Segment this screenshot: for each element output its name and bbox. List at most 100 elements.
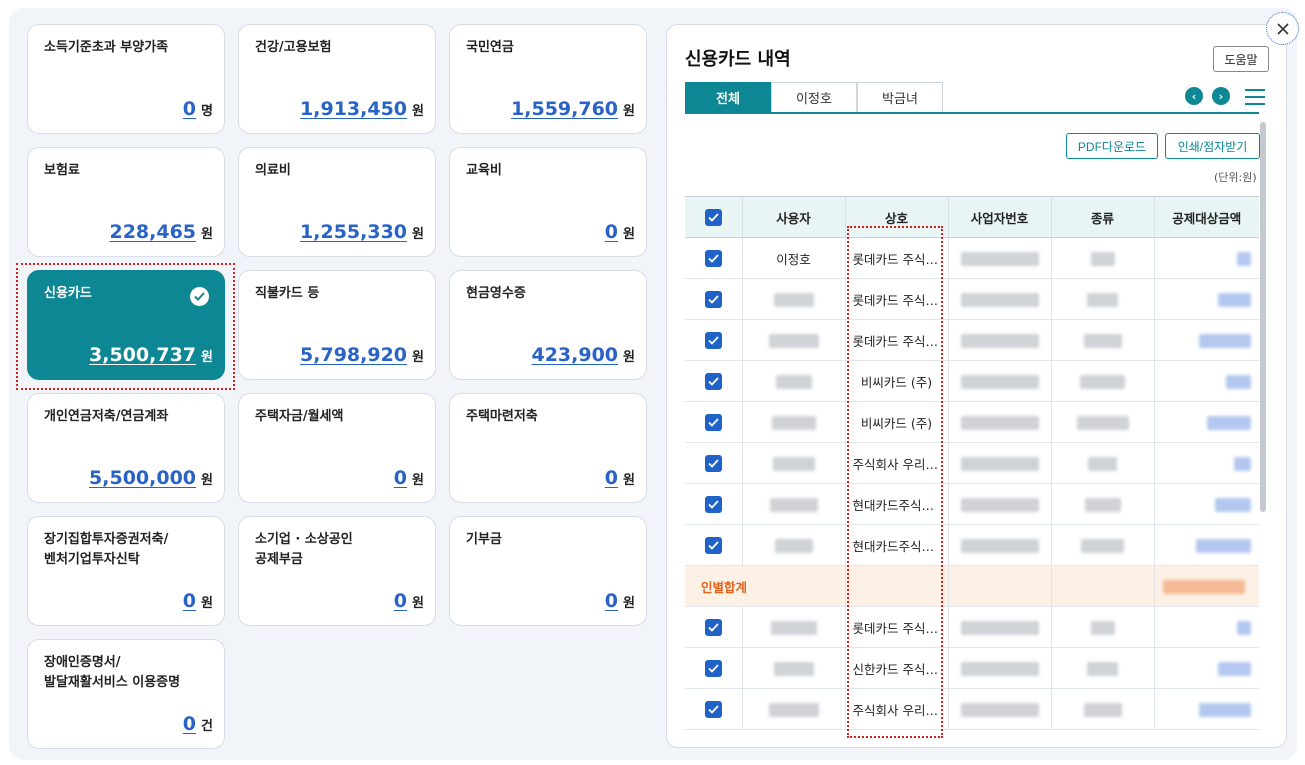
deduction-card[interactable]: 보험료 228,465 원 [27, 147, 225, 257]
row-checkbox-cell[interactable] [685, 278, 742, 320]
card-title: 직불카드 등 [255, 286, 320, 301]
card-amount-link[interactable]: 0 [183, 713, 196, 735]
row-amount-masked [1199, 333, 1251, 348]
deduction-card[interactable]: 직불카드 등 5,798,920 원 [238, 270, 436, 380]
card-title: 장기집합투자증권저축/ 벤처기업투자신탁 [44, 532, 169, 567]
card-unit: 원 [623, 350, 635, 365]
menu-icon[interactable] [1245, 89, 1265, 107]
card-title: 소기업 · 소상공인 공제부금 [255, 532, 353, 567]
row-checkbox-cell[interactable] [685, 524, 742, 566]
row-checkbox[interactable] [704, 454, 722, 472]
col-business-number: 사업자번호 [947, 196, 1051, 238]
row-amount-masked [1226, 374, 1251, 389]
deduction-card[interactable]: 국민연금 1,559,760 원 [449, 24, 647, 134]
tab-user-1[interactable]: 이정호 [771, 82, 857, 112]
card-amount-link[interactable]: 423,900 [531, 344, 618, 366]
card-amount-link[interactable]: 5,798,920 [300, 344, 407, 366]
deduction-card[interactable]: 소기업 · 소상공인 공제부금 0 원 [238, 516, 436, 626]
row-checkbox[interactable] [704, 249, 722, 267]
row-business-number-masked [960, 292, 1039, 307]
row-checkbox-cell[interactable] [685, 483, 742, 525]
close-button[interactable] [1266, 12, 1299, 45]
deduction-card[interactable]: 개인연금저축/연금계좌 5,500,000 원 [27, 393, 225, 503]
row-user-cell: 이정호 [741, 237, 845, 279]
deduction-card[interactable]: 장기집합투자증권저축/ 벤처기업투자신탁 0 원 [27, 516, 225, 626]
row-type-cell [1050, 319, 1154, 361]
row-checkbox-cell[interactable] [685, 606, 742, 648]
print-button[interactable]: 인쇄/점자받기 [1165, 133, 1260, 159]
row-checkbox[interactable] [704, 618, 722, 636]
card-amount-link[interactable]: 0 [394, 590, 407, 612]
deduction-card[interactable]: 현금영수증 423,900 원 [449, 270, 647, 380]
scrollbar[interactable] [1260, 122, 1266, 512]
row-checkbox[interactable] [704, 536, 722, 554]
row-checkbox[interactable] [704, 659, 722, 677]
select-all-checkbox[interactable] [704, 208, 722, 226]
row-business-number-cell [947, 237, 1051, 279]
deduction-card[interactable]: 기부금 0 원 [449, 516, 647, 626]
row-checkbox-cell[interactable] [685, 442, 742, 484]
row-checkbox-cell[interactable] [685, 647, 742, 689]
row-business-number-masked [960, 702, 1039, 717]
row-type-masked [1083, 333, 1122, 348]
card-amount-link[interactable]: 228,465 [109, 221, 196, 243]
card-amount-link[interactable]: 0 [183, 590, 196, 612]
row-checkbox[interactable] [704, 290, 722, 308]
row-checkbox[interactable] [704, 331, 722, 349]
row-business-number-masked [960, 333, 1039, 348]
deduction-card[interactable]: 장애인증명서/ 발달재활서비스 이용증명 0 건 [27, 639, 225, 749]
row-user-masked [774, 538, 813, 553]
row-checkbox[interactable] [704, 495, 722, 513]
card-amount-link[interactable]: 5,500,000 [89, 467, 196, 489]
chevron-right-icon[interactable]: › [1212, 87, 1230, 105]
card-amount-link[interactable]: 0 [394, 467, 407, 489]
tab-user-2[interactable]: 박금녀 [857, 82, 943, 112]
row-checkbox-cell[interactable] [685, 360, 742, 402]
row-type-cell [1050, 524, 1154, 566]
row-checkbox[interactable] [704, 372, 722, 390]
select-all-cell[interactable] [685, 196, 742, 238]
chevron-left-icon[interactable]: ‹ [1185, 87, 1203, 105]
card-value: 0원 [394, 467, 424, 489]
row-user-cell [741, 401, 845, 443]
deduction-card[interactable]: 건강/고용보험 1,913,450 원 [238, 24, 436, 134]
row-business-number-cell [947, 319, 1051, 361]
card-amount-link[interactable]: 1,255,330 [300, 221, 407, 243]
row-business-number-cell [947, 524, 1051, 566]
row-checkbox[interactable] [704, 700, 722, 718]
card-amount-link[interactable]: 1,913,450 [300, 98, 407, 120]
row-checkbox-cell[interactable] [685, 401, 742, 443]
row-checkbox[interactable] [704, 413, 722, 431]
help-button[interactable]: 도움말 [1213, 46, 1269, 72]
deduction-card[interactable]: 교육비 0 원 [449, 147, 647, 257]
card-amount-link[interactable]: 0 [605, 467, 618, 489]
deduction-card[interactable]: 소득기준초과 부양가족 0 명 [27, 24, 225, 134]
row-checkbox-cell[interactable] [685, 319, 742, 361]
tab-all[interactable]: 전체 [685, 82, 771, 112]
deduction-card[interactable]: 의료비 1,255,330 원 [238, 147, 436, 257]
row-type-masked [1090, 251, 1115, 266]
deduction-card[interactable]: 주택마련저축 0 원 [449, 393, 647, 503]
card-amount-link[interactable]: 0 [605, 590, 618, 612]
row-user-cell [741, 278, 845, 320]
card-amount-link[interactable]: 0 [605, 221, 618, 243]
row-user-masked [773, 292, 814, 307]
pdf-download-button[interactable]: PDF다운로드 [1066, 133, 1158, 159]
card-amount-link[interactable]: 0 [183, 98, 196, 120]
table-row: 비씨카드 (주) [685, 401, 1259, 443]
row-business-number-cell [947, 483, 1051, 525]
row-amount-masked [1218, 661, 1251, 676]
card-value: 1,255,330 원 [300, 221, 424, 243]
row-user-masked [772, 456, 815, 471]
card-value: 0원 [183, 590, 213, 612]
card-unit: 원 [201, 596, 213, 611]
card-amount-link[interactable]: 1,559,760 [511, 98, 618, 120]
col-user: 사용자 [741, 196, 845, 238]
table-header-row: 사용자 상호 사업자번호 종류 공제대상금액 [685, 196, 1259, 238]
store-column-highlight-outline [847, 226, 943, 738]
row-checkbox-cell[interactable] [685, 688, 742, 730]
card-history-table: 사용자 상호 사업자번호 종류 공제대상금액 이정호 롯데카드 주식회사 롯데카드 … [685, 196, 1259, 730]
deduction-card[interactable]: 주택자금/월세액 0 원 [238, 393, 436, 503]
row-checkbox-cell[interactable] [685, 237, 742, 279]
row-type-cell [1050, 606, 1154, 648]
